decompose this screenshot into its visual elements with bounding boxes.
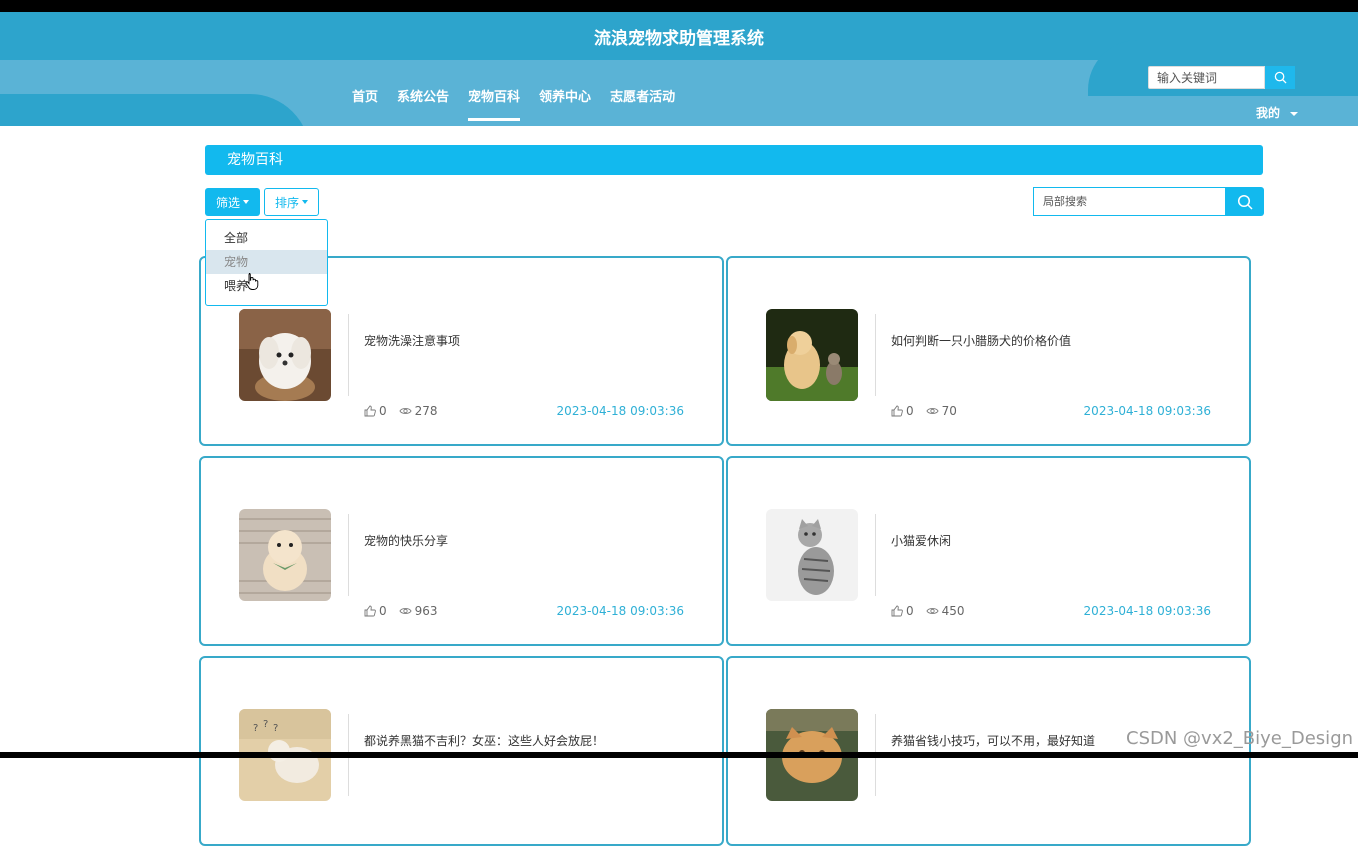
svg-text:?: ? xyxy=(263,719,268,730)
article-card[interactable]: 如何判断一只小腊肠犬的价格价值 0 70 2023-04-18 09:03:36 xyxy=(726,256,1251,446)
screen-bottom-edge xyxy=(0,752,1358,758)
view-count: 278 xyxy=(414,404,438,418)
user-menu[interactable]: 我的 xyxy=(1256,104,1299,121)
article-date: 2023-04-18 09:03:36 xyxy=(1083,604,1211,618)
screen-top-edge xyxy=(0,0,1358,12)
article-stats: 0 70 xyxy=(891,404,957,418)
tabby-cat-photo xyxy=(766,509,858,601)
card-divider xyxy=(875,514,876,596)
article-title: 都说养黑猫不吉利？女巫：这些人好会放屁！ xyxy=(364,734,605,748)
thumbs-up-icon xyxy=(891,605,903,617)
nav-item-adoption-center[interactable]: 领养中心 xyxy=(539,86,591,120)
article-card[interactable]: 养猫省钱小技巧，可以不用，最好知道 xyxy=(726,656,1251,846)
thumbs-up-icon xyxy=(364,405,376,417)
filter-button[interactable]: 筛选 xyxy=(205,188,260,216)
like-count: 0 xyxy=(906,604,914,618)
caret-down-icon xyxy=(302,200,308,204)
main-nav: 首页 系统公告 宠物百科 领养中心 志愿者活动 xyxy=(352,86,694,121)
pomeranian-photo xyxy=(239,509,331,601)
user-menu-label: 我的 xyxy=(1256,106,1281,120)
caret-down-icon xyxy=(243,200,249,204)
article-stats: 0 278 xyxy=(364,404,438,418)
site-header: 流浪宠物求助管理系统 首页 系统公告 宠物百科 领养中心 志愿者活动 我的 xyxy=(0,12,1358,126)
eye-icon xyxy=(926,408,939,414)
card-divider xyxy=(348,314,349,396)
svg-text:?: ? xyxy=(253,723,258,734)
article-card[interactable]: ??? 都说养黑猫不吉利？女巫：这些人好会放屁！ xyxy=(199,656,724,846)
svg-text:?: ? xyxy=(273,723,278,734)
local-search-input[interactable] xyxy=(1033,187,1225,216)
header-wave-decoration xyxy=(0,94,310,126)
nav-item-home[interactable]: 首页 xyxy=(352,86,378,120)
header-search-button[interactable] xyxy=(1265,66,1295,89)
view-count: 70 xyxy=(941,404,957,418)
filter-option-feeding[interactable]: 喂养 xyxy=(206,274,327,298)
local-search xyxy=(1033,187,1264,216)
article-title: 宠物洗澡注意事项 xyxy=(364,334,461,348)
filter-dropdown-menu: 全部 宠物 喂养 xyxy=(205,219,328,306)
card-divider xyxy=(348,514,349,596)
article-title: 宠物的快乐分享 xyxy=(364,534,449,548)
sort-button-label: 排序 xyxy=(274,195,299,210)
nav-item-volunteer-activities[interactable]: 志愿者活动 xyxy=(610,86,675,120)
chevron-down-icon xyxy=(1290,111,1299,116)
watermark: CSDN @vx2_Biye_Design xyxy=(1126,728,1354,749)
eye-icon xyxy=(926,608,939,614)
site-title: 流浪宠物求助管理系统 xyxy=(594,29,764,49)
view-count: 450 xyxy=(941,604,965,618)
thumbs-up-icon xyxy=(891,405,903,417)
card-divider xyxy=(875,314,876,396)
filter-option-all[interactable]: 全部 xyxy=(206,226,327,250)
article-title: 小猫爱休闲 xyxy=(891,534,952,548)
white-puppy-photo xyxy=(239,309,331,401)
eye-icon xyxy=(399,608,412,614)
article-card[interactable]: 小猫爱休闲 0 450 2023-04-18 09:03:36 xyxy=(726,456,1251,646)
hand-cursor-icon xyxy=(245,272,259,294)
nav-item-announcements[interactable]: 系统公告 xyxy=(397,86,449,120)
local-search-button[interactable] xyxy=(1225,187,1264,216)
like-count: 0 xyxy=(379,604,387,618)
like-count: 0 xyxy=(379,404,387,418)
header-search-input[interactable] xyxy=(1148,66,1265,89)
view-count: 963 xyxy=(414,604,438,618)
article-date: 2023-04-18 09:03:36 xyxy=(556,404,684,418)
eye-icon xyxy=(399,408,412,414)
section-title: 宠物百科 xyxy=(227,152,283,168)
header-search xyxy=(1148,66,1295,89)
like-count: 0 xyxy=(906,404,914,418)
article-title: 如何判断一只小腊肠犬的价格价值 xyxy=(891,334,1072,348)
search-icon xyxy=(1274,71,1287,84)
article-stats: 0 450 xyxy=(891,604,965,618)
sort-button[interactable]: 排序 xyxy=(264,188,319,216)
article-title: 养猫省钱小技巧，可以不用，最好知道 xyxy=(891,734,1096,748)
puppy-and-kitten-photo xyxy=(766,309,858,401)
article-date: 2023-04-18 09:03:36 xyxy=(1083,404,1211,418)
thumbs-up-icon xyxy=(364,605,376,617)
search-icon xyxy=(1237,194,1253,210)
article-card[interactable]: 宠物的快乐分享 0 963 2023-04-18 09:03:36 xyxy=(199,456,724,646)
nav-item-pet-encyclopedia[interactable]: 宠物百科 xyxy=(468,86,521,121)
filter-option-pet[interactable]: 宠物 xyxy=(206,250,327,274)
article-date: 2023-04-18 09:03:36 xyxy=(556,604,684,618)
section-title-bar: 宠物百科 xyxy=(205,145,1263,175)
article-stats: 0 963 xyxy=(364,604,438,618)
filter-button-label: 筛选 xyxy=(215,195,240,210)
